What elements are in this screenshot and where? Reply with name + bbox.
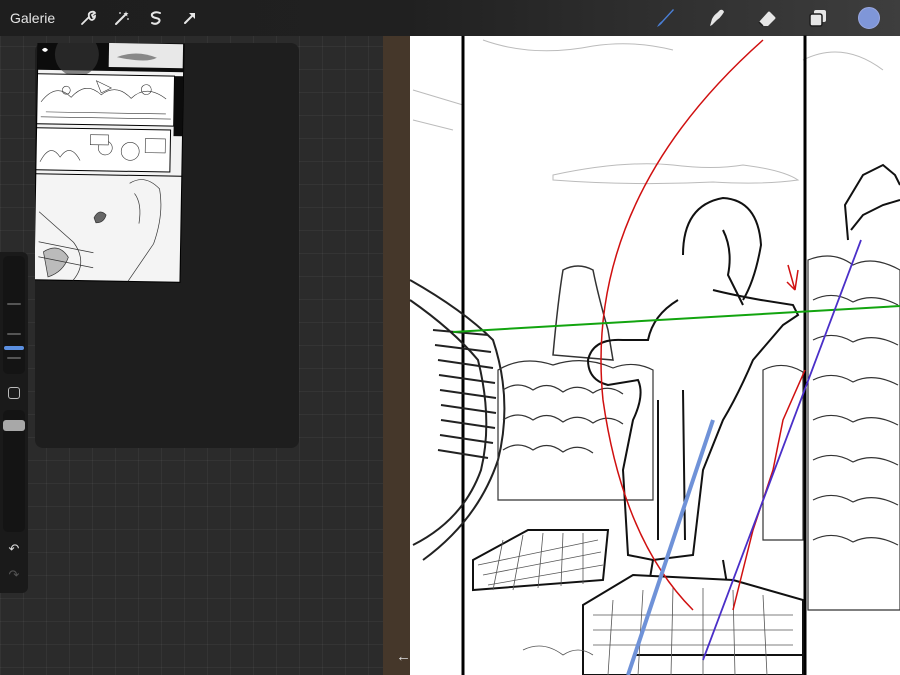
size-tick bbox=[7, 303, 21, 305]
transform-arrow-icon[interactable] bbox=[173, 0, 207, 36]
smudge-icon[interactable] bbox=[690, 0, 741, 36]
top-toolbar: Galerie bbox=[0, 0, 900, 36]
gallery-button[interactable]: Galerie bbox=[10, 10, 55, 26]
back-arrow-icon[interactable]: ← bbox=[396, 648, 411, 665]
toolbar-left: Galerie bbox=[10, 0, 207, 36]
modify-button[interactable] bbox=[8, 387, 20, 399]
reference-panel[interactable] bbox=[35, 43, 299, 448]
redo-icon[interactable]: ↷ bbox=[6, 567, 22, 583]
canvas-artwork[interactable] bbox=[383, 0, 900, 675]
brush-opacity-thumb[interactable] bbox=[3, 420, 25, 431]
drawing-canvas[interactable] bbox=[383, 0, 900, 675]
size-tick bbox=[7, 357, 21, 359]
current-color-swatch bbox=[857, 7, 880, 29]
brush-opacity-slider[interactable] bbox=[3, 410, 25, 532]
actions-wrench-icon[interactable] bbox=[71, 0, 105, 36]
brush-size-slider[interactable] bbox=[3, 256, 25, 374]
brush-size-thumb[interactable] bbox=[4, 346, 24, 350]
selection-s-icon[interactable] bbox=[139, 0, 173, 36]
color-picker-button[interactable] bbox=[843, 0, 894, 36]
eraser-icon[interactable] bbox=[741, 0, 792, 36]
side-slider-bar: ↶ ↷ bbox=[0, 252, 28, 593]
brush-icon[interactable] bbox=[639, 0, 690, 36]
procreate-app: Galerie ↶ ↷ ← bbox=[0, 0, 900, 675]
size-tick bbox=[7, 333, 21, 335]
toolbar-right bbox=[639, 0, 894, 36]
layers-icon[interactable] bbox=[792, 0, 843, 36]
undo-icon[interactable]: ↶ bbox=[6, 541, 22, 557]
reference-image bbox=[35, 43, 185, 283]
adjustments-wand-icon[interactable] bbox=[105, 0, 139, 36]
